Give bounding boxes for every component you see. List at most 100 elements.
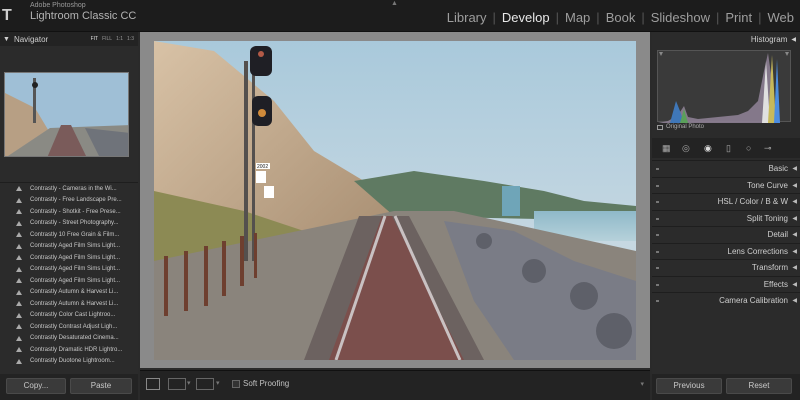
section-detail[interactable]: Detail ◀	[652, 226, 800, 243]
preset-item[interactable]: Contrastly Color Cast Lightroo...	[0, 310, 138, 322]
section-expand-icon[interactable]: ◀	[792, 165, 797, 172]
top-panel-toggle-icon[interactable]: ▲	[391, 0, 398, 7]
preset-item[interactable]: Contrastly Aged Film Sims Light...	[0, 264, 138, 276]
section-toggle-icon[interactable]	[656, 250, 659, 253]
navigator-collapse-icon[interactable]: ▼	[3, 36, 10, 43]
section-transform[interactable]: Transform ◀	[652, 259, 800, 276]
preset-icon	[16, 301, 22, 306]
preset-item[interactable]: Contrastly Aged Film Sims Light...	[0, 275, 138, 287]
section-expand-icon[interactable]: ◀	[792, 198, 797, 205]
loupe-view-icon[interactable]	[146, 378, 160, 390]
section-expand-icon[interactable]: ◀	[792, 182, 797, 189]
previous-button[interactable]: Previous	[656, 378, 722, 394]
zoom-1-3[interactable]: 1:3	[127, 36, 134, 42]
section-toggle-icon[interactable]	[656, 184, 659, 187]
histogram-collapse-icon[interactable]: ◀	[791, 36, 796, 43]
section-label: Detail	[767, 230, 788, 240]
preset-icon	[16, 255, 22, 260]
section-expand-icon[interactable]: ◀	[792, 231, 797, 238]
preset-icon	[16, 312, 22, 318]
preset-item[interactable]: Contrastly Contrast Adjust Ligh...	[0, 321, 138, 333]
module-print[interactable]: Print	[719, 10, 758, 25]
section-expand-icon[interactable]: ◀	[792, 297, 797, 304]
preset-item[interactable]: Contrastly Aged Film Sims Light...	[0, 241, 138, 253]
section-toggle-icon[interactable]	[656, 283, 659, 286]
zoom-fill[interactable]: FILL	[102, 36, 112, 42]
swap-menu-icon[interactable]: ▾	[216, 379, 220, 387]
preset-item[interactable]: Contrastly - Street Photography...	[0, 218, 138, 230]
before-after-icon[interactable]	[168, 378, 186, 390]
histogram-header[interactable]: Histogram ◀	[652, 32, 800, 46]
section-label: HSL / Color / B & W	[717, 197, 788, 207]
histogram-title: Histogram	[750, 34, 788, 44]
preset-item[interactable]: Contrastly Desaturated Cinema...	[0, 333, 138, 345]
zoom-fit[interactable]: FIT	[91, 36, 99, 42]
section-toggle-icon[interactable]	[656, 201, 659, 203]
radial-filter-icon[interactable]: ○	[746, 143, 751, 153]
red-eye-icon[interactable]: ◉	[704, 143, 712, 154]
section-toggle-icon[interactable]	[656, 267, 659, 269]
module-develop[interactable]: Develop	[496, 10, 556, 25]
preset-label: Contrastly Autumn & Harvest Li...	[30, 300, 119, 307]
preset-label: Contrastly Aged Film Sims Light...	[30, 277, 121, 284]
spot-removal-icon[interactable]: ◎	[682, 143, 690, 154]
section-basic[interactable]: Basic ◀	[652, 160, 800, 177]
section-toggle-icon[interactable]	[656, 234, 659, 236]
right-panel: Histogram ◀ Original Photo ▦ ◎ ◉ ▯ ○ ⊸ B…	[652, 32, 800, 400]
original-photo-row[interactable]: Original Photo	[657, 124, 704, 130]
section-effects[interactable]: Effects ◀	[652, 275, 800, 293]
right-panel-footer: Previous Reset	[652, 374, 800, 400]
section-lens-corrections[interactable]: Lens Corrections ◀	[652, 242, 800, 260]
section-expand-icon[interactable]: ◀	[792, 215, 797, 222]
swap-settings-icon[interactable]	[196, 378, 214, 390]
section-expand-icon[interactable]: ◀	[792, 248, 797, 255]
section-expand-icon[interactable]: ◀	[792, 264, 797, 271]
section-toggle-icon[interactable]	[656, 168, 659, 170]
preset-item[interactable]: Contrastly - Cameras in the Wi...	[0, 183, 138, 195]
preset-item[interactable]: Contrastly 10 Free Grain & Film...	[0, 229, 138, 241]
section-split-toning[interactable]: Split Toning ◀	[652, 209, 800, 227]
preset-item[interactable]: Contrastly - Shotkit - Free Prese...	[0, 206, 138, 218]
graduated-filter-icon[interactable]: ▯	[726, 143, 731, 154]
preset-item[interactable]: Contrastly Autumn & Harvest Li...	[0, 287, 138, 299]
soft-proofing-checkbox[interactable]	[232, 380, 240, 388]
module-slideshow[interactable]: Slideshow	[645, 10, 716, 25]
preset-item[interactable]: Contrastly Duotone Lightroom...	[0, 356, 138, 368]
section-toggle-icon[interactable]	[656, 217, 659, 220]
develop-sections: Basic ◀ Tone Curve ◀ HSL / Color / B & W ◀ Spl…	[652, 160, 800, 309]
preset-icon	[16, 289, 22, 295]
preset-item[interactable]: Contrastly Dramatic HDR Lightro...	[0, 344, 138, 356]
section-expand-icon[interactable]: ◀	[792, 281, 797, 288]
copy-button[interactable]: Copy...	[6, 378, 66, 394]
adjustment-brush-icon[interactable]: ⊸	[764, 143, 772, 154]
reset-button[interactable]: Reset	[726, 378, 792, 394]
preset-item[interactable]: Contrastly Aged Film Sims Light...	[0, 252, 138, 264]
section-camera-calibration[interactable]: Camera Calibration ◀	[652, 292, 800, 309]
section-toggle-icon[interactable]	[656, 300, 659, 302]
preset-label: Contrastly Color Cast Lightroo...	[30, 312, 116, 319]
section-tone-curve[interactable]: Tone Curve ◀	[652, 176, 800, 194]
develop-photo[interactable]: 2002	[154, 41, 636, 360]
section-hsl-color-b-w[interactable]: HSL / Color / B & W ◀	[652, 193, 800, 210]
preset-item[interactable]: Contrastly - Free Landscape Pre...	[0, 195, 138, 207]
module-book[interactable]: Book	[600, 10, 642, 25]
paste-button[interactable]: Paste	[70, 378, 132, 394]
preset-label: Contrastly Dramatic HDR Lightro...	[30, 346, 123, 353]
before-after-menu-icon[interactable]: ▾	[187, 379, 191, 387]
histogram[interactable]	[657, 50, 791, 123]
preset-label: Contrastly - Shotkit - Free Prese...	[30, 208, 121, 215]
preset-item[interactable]: Contrastly Autumn & Harvest Li...	[0, 298, 138, 310]
preset-label: Contrastly - Street Photography...	[30, 220, 119, 227]
preset-label: Contrastly Desaturated Cinema...	[30, 335, 119, 342]
navigator-preview[interactable]	[4, 72, 129, 157]
navigator-header[interactable]: ▼ Navigator FIT FILL 1:1 1:3	[0, 32, 138, 46]
preset-label: Contrastly Contrast Adjust Ligh...	[30, 323, 118, 330]
module-library[interactable]: Library	[441, 10, 493, 25]
crop-tool-icon[interactable]: ▦	[662, 143, 671, 154]
module-map[interactable]: Map	[559, 10, 596, 25]
zoom-1-1[interactable]: 1:1	[116, 36, 123, 42]
preset-label: Contrastly Aged Film Sims Light...	[30, 243, 121, 250]
module-picker: Library | Develop | Map | Book | Slideshow | …	[441, 10, 800, 25]
toolbar-menu-icon[interactable]: ▾	[640, 380, 644, 388]
module-web[interactable]: Web	[762, 10, 800, 25]
